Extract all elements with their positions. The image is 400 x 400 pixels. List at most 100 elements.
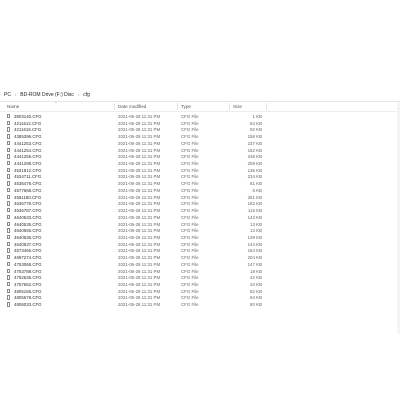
file-date-modified: 2021-06-28 11:31 PM xyxy=(118,268,161,274)
file-size: 143 KB xyxy=(247,214,262,220)
file-name: 4640536.CFG xyxy=(14,234,42,240)
breadcrumb-item-cfg[interactable]: cfg xyxy=(83,92,90,98)
column-header-row: ^ Name Date modified Type Size xyxy=(0,100,400,112)
file-date-modified: 2021-06-28 11:31 PM xyxy=(118,241,161,247)
file-size: 147 KB xyxy=(247,261,262,267)
file-size: 13 KB xyxy=(250,221,262,227)
column-divider[interactable] xyxy=(266,103,267,110)
file-date-modified: 2021-06-28 11:31 PM xyxy=(118,228,161,234)
file-row[interactable]: 4753068.CFG 2021-06-28 11:31 PM CFG File 14… xyxy=(0,261,400,268)
file-icon xyxy=(7,288,11,294)
file-date-modified: 2021-06-28 11:31 PM xyxy=(118,127,161,133)
file-row[interactable]: 4640533.CFG 2021-06-28 11:31 PM CFG File 14… xyxy=(0,214,400,221)
file-row[interactable]: 4441254.CFG 2021-06-28 11:31 PM CFG File 16… xyxy=(0,147,400,154)
file-name: 4536478.CFG xyxy=(14,181,42,187)
file-name: 4753068.CFG xyxy=(14,261,42,267)
file-row[interactable]: 4753788.CFG 2021-06-28 11:31 PM CFG File 18… xyxy=(0,268,400,275)
file-type: CFG File xyxy=(181,147,199,153)
file-date-modified: 2021-06-28 11:31 PM xyxy=(118,275,161,281)
file-row[interactable]: 4211612.CFG 2021-06-28 11:31 PM CFG File 84… xyxy=(0,120,400,127)
file-name: 4534711.CFG xyxy=(14,174,42,180)
file-icon xyxy=(7,248,11,253)
file-icon xyxy=(7,134,11,139)
file-row[interactable]: 4636787.CFG 2021-06-28 11:31 PM CFG File 11… xyxy=(0,207,400,214)
file-row[interactable]: 4441255.CFG 2021-06-28 11:31 PM CFG File 24… xyxy=(0,153,400,160)
file-date-modified: 2021-06-28 11:31 PM xyxy=(118,248,161,254)
column-divider[interactable] xyxy=(229,103,230,110)
breadcrumb-item-pc[interactable]: PC xyxy=(4,92,11,98)
file-date-modified: 2021-06-28 11:31 PM xyxy=(118,281,161,287)
file-row[interactable]: 4673466.CFG 2021-06-28 11:31 PM CFG File 18… xyxy=(0,247,400,254)
file-row[interactable]: 4441253.CFG 2021-06-28 11:31 PM CFG File 23… xyxy=(0,140,400,147)
file-date-modified: 2021-06-28 11:31 PM xyxy=(118,174,161,180)
file-row[interactable]: 4211616.CFG 2021-06-28 11:31 PM CFG File 92… xyxy=(0,126,400,133)
file-icon xyxy=(7,261,11,267)
file-name: 4805678.CFG xyxy=(14,295,42,301)
file-size: 1 KB xyxy=(252,114,262,119)
file-row[interactable]: 4385396.CFG 2021-06-28 11:31 PM CFG File 15… xyxy=(0,133,400,140)
file-row[interactable]: 4640536.CFG 2021-06-28 11:31 PM CFG File 13… xyxy=(0,234,400,241)
breadcrumb-item-drive[interactable]: BD-ROM Drive (F:) Disc xyxy=(20,92,74,98)
file-date-modified: 2021-06-28 11:31 PM xyxy=(118,234,161,240)
file-row[interactable]: 4531812.CFG 2021-06-28 11:31 PM CFG File 13… xyxy=(0,167,400,174)
file-row[interactable]: 4577668.CFG 2021-06-28 11:31 PM CFG File 6 … xyxy=(0,187,400,194)
sort-chevron-icon: ^ xyxy=(55,100,57,105)
column-divider[interactable] xyxy=(114,103,115,110)
file-name: 4752635.CFG xyxy=(14,275,42,281)
file-row[interactable]: 4805155.CFG 2021-06-28 11:31 PM CFG File 82… xyxy=(0,288,400,295)
file-row[interactable]: 4536478.CFG 2021-06-28 11:31 PM CFG File 81… xyxy=(0,180,400,187)
file-date-modified: 2021-06-28 11:31 PM xyxy=(118,221,161,227)
file-type: CFG File xyxy=(181,248,199,254)
file-type: CFG File xyxy=(181,127,199,133)
file-type: CFG File xyxy=(181,201,199,207)
file-date-modified: 2021-06-28 11:31 PM xyxy=(118,208,161,214)
file-name: 4441253.CFG xyxy=(14,140,42,146)
file-type: CFG File xyxy=(181,174,199,180)
file-row[interactable]: 4640535.CFG 2021-06-28 11:31 PM CFG File 13… xyxy=(0,221,400,228)
file-name: 4757652.CFG xyxy=(14,281,42,287)
column-header-date-modified[interactable]: Date modified xyxy=(118,104,146,109)
file-date-modified: 2021-06-28 11:31 PM xyxy=(118,214,161,220)
file-name: 3803140.CFG xyxy=(14,114,42,119)
file-name: 4640555.CFG xyxy=(14,228,42,234)
file-row[interactable]: 4752635.CFG 2021-06-28 11:31 PM CFG File 42… xyxy=(0,274,400,281)
file-name: 4385396.CFG xyxy=(14,134,42,140)
file-name: 4697274.CFG xyxy=(14,255,42,261)
file-name: 4673466.CFG xyxy=(14,248,42,254)
file-row[interactable]: 4805678.CFG 2021-06-28 11:31 PM CFG File 84… xyxy=(0,294,400,301)
file-row[interactable]: 4640555.CFG 2021-06-28 11:31 PM CFG File 13… xyxy=(0,227,400,234)
file-type: CFG File xyxy=(181,208,199,214)
file-size: 251 KB xyxy=(247,194,262,200)
file-size: 84 KB xyxy=(250,120,262,126)
column-header-type[interactable]: Type xyxy=(181,104,191,109)
file-type: CFG File xyxy=(181,161,199,167)
file-name: 4636787.CFG xyxy=(14,208,42,214)
file-size: 209 KB xyxy=(247,161,262,167)
file-type: CFG File xyxy=(181,221,199,227)
file-row[interactable]: 4806033.CFG 2021-06-28 11:31 PM CFG File 80… xyxy=(0,301,400,308)
file-icon xyxy=(7,187,11,193)
file-type: CFG File xyxy=(181,288,199,294)
file-row[interactable]: 4640537.CFG 2021-06-28 11:31 PM CFG File 14… xyxy=(0,241,400,248)
file-row[interactable]: 4757652.CFG 2021-06-28 11:31 PM CFG File 34… xyxy=(0,281,400,288)
file-size: 162 KB xyxy=(247,147,262,153)
file-name: 4441255.CFG xyxy=(14,154,42,160)
file-row[interactable]: 4591180.CFG 2021-06-28 11:31 PM CFG File 25… xyxy=(0,194,400,201)
file-type: CFG File xyxy=(181,154,199,160)
file-row[interactable]: 4534711.CFG 2021-06-28 11:31 PM CFG File 23… xyxy=(0,173,400,180)
file-row[interactable]: 4441298.CFG 2021-06-28 11:31 PM CFG File 20… xyxy=(0,160,400,167)
file-row[interactable]: 4697274.CFG 2021-06-28 11:31 PM CFG File 20… xyxy=(0,254,400,261)
column-header-size[interactable]: Size xyxy=(233,104,242,109)
column-header-name[interactable]: Name xyxy=(7,104,19,109)
file-row[interactable]: 4636778.CFG 2021-06-28 11:31 PM CFG File 18… xyxy=(0,200,400,207)
file-date-modified: 2021-06-28 11:31 PM xyxy=(118,167,161,173)
file-icon xyxy=(7,140,11,146)
file-size: 82 KB xyxy=(250,288,262,294)
file-type: CFG File xyxy=(181,194,199,200)
file-date-modified: 2021-06-28 11:31 PM xyxy=(118,140,161,146)
file-row[interactable]: 3803140.CFG 2021-06-28 11:31 PM CFG File 1 … xyxy=(0,113,400,120)
file-date-modified: 2021-06-28 11:31 PM xyxy=(118,255,161,261)
column-divider[interactable] xyxy=(177,103,178,110)
file-size: 182 KB xyxy=(247,201,262,207)
file-date-modified: 2021-06-28 11:31 PM xyxy=(118,288,161,294)
